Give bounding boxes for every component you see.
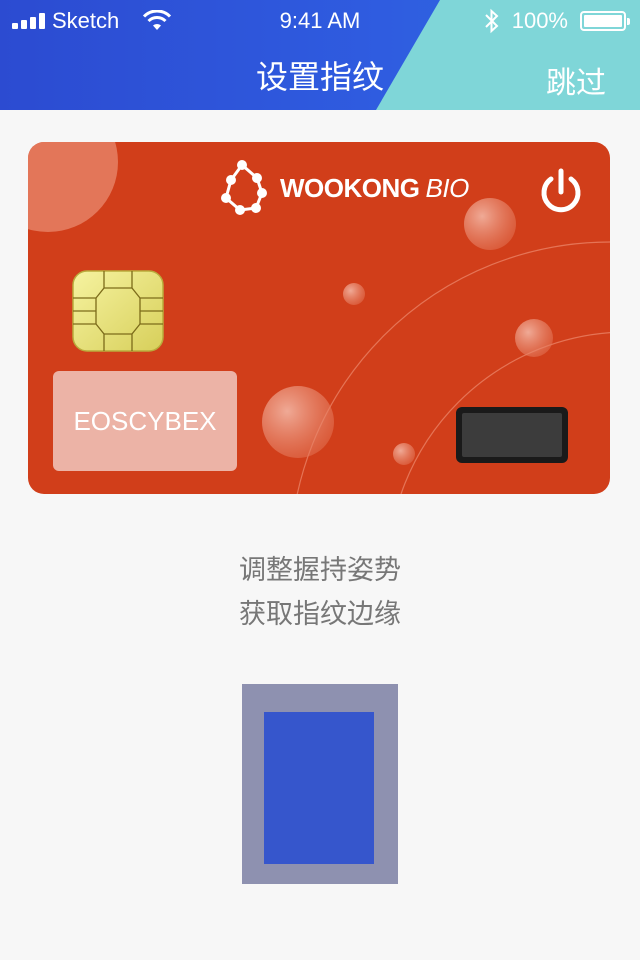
wookong-logo-icon <box>221 160 267 215</box>
wookong-card: WOOKONG BIO EOSCYBEX <box>28 142 610 494</box>
header: Sketch 9:41 AM 100% 设置指纹 跳过 <box>0 0 640 110</box>
brand-name: WOOKONG BIO <box>280 172 470 203</box>
page-title: 设置指纹 <box>255 58 384 96</box>
bluetooth-icon <box>485 8 499 34</box>
fingerprint-scan-fill <box>264 712 374 864</box>
brand-logo: WOOKONG BIO <box>218 158 469 218</box>
instruction-line-2: 获取指纹边缘 <box>239 599 401 630</box>
battery-icon <box>580 11 630 31</box>
chip-icon <box>72 270 164 352</box>
power-icon[interactable] <box>538 168 584 216</box>
status-bar: Sketch 9:41 AM 100% <box>0 0 640 44</box>
instruction-line-1: 调整握持姿势 <box>239 555 401 586</box>
battery-percent: 100% <box>511 8 568 33</box>
brand-suffix: BIO <box>425 172 470 203</box>
skip-button[interactable]: 跳过 <box>546 58 606 102</box>
fingerprint-sensor-icon <box>456 407 568 463</box>
fingerprint-scan-area[interactable] <box>242 684 398 884</box>
card-owner-label: EOSCYBEX <box>53 371 237 471</box>
